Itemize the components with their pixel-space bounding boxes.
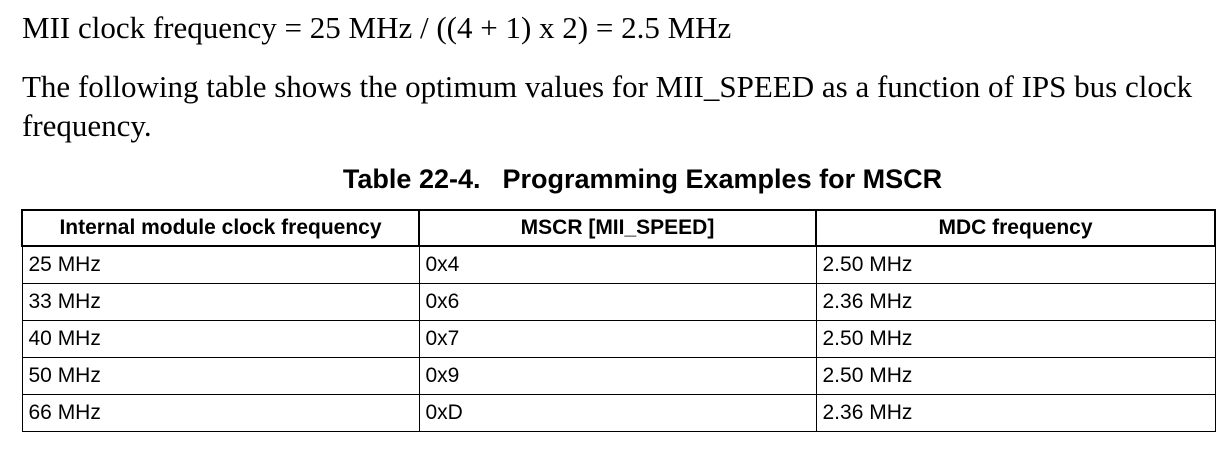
- cell-internal-clock: 50 MHz: [21, 357, 420, 395]
- header-mscr-mii-speed: MSCR [MII_SPEED]: [418, 209, 817, 247]
- mii-clock-formula: MII clock frequency = 25 MHz / ((4 + 1) …: [22, 10, 732, 45]
- table-caption: Table 22-4. Programming Examples for MSCR: [0, 160, 1230, 198]
- table-row: 25 MHz 0x4 2.50 MHz: [21, 245, 1216, 284]
- cell-internal-clock: 40 MHz: [21, 320, 420, 358]
- cell-mii-speed: 0x7: [418, 320, 817, 358]
- cell-mdc-frequency: 2.50 MHz: [815, 357, 1216, 395]
- table-row: 40 MHz 0x7 2.50 MHz: [21, 320, 1216, 358]
- table-header-row: Internal module clock frequency MSCR [MI…: [21, 209, 1216, 247]
- cell-mii-speed: 0x6: [418, 283, 817, 321]
- cell-internal-clock: 33 MHz: [21, 283, 420, 321]
- table-row: 50 MHz 0x9 2.50 MHz: [21, 357, 1216, 395]
- header-mdc-frequency: MDC frequency: [815, 209, 1216, 247]
- header-internal-clock: Internal module clock frequency: [21, 209, 420, 247]
- cell-mdc-frequency: 2.36 MHz: [815, 283, 1216, 321]
- cell-mii-speed: 0xD: [418, 394, 817, 432]
- cell-internal-clock: 66 MHz: [21, 394, 420, 432]
- table-row: 33 MHz 0x6 2.36 MHz: [21, 283, 1216, 321]
- cell-mdc-frequency: 2.50 MHz: [815, 320, 1216, 358]
- cell-mdc-frequency: 2.50 MHz: [815, 245, 1216, 284]
- table-row: 66 MHz 0xD 2.36 MHz: [21, 394, 1216, 432]
- body-paragraph: The following table shows the optimum va…: [22, 69, 1193, 143]
- cell-mii-speed: 0x4: [418, 245, 817, 284]
- table-caption-number: Table 22-4.: [342, 164, 481, 194]
- cell-mdc-frequency: 2.36 MHz: [815, 394, 1216, 432]
- mscr-programming-table: Internal module clock frequency MSCR [MI…: [21, 209, 1216, 432]
- table-caption-title: Programming Examples for MSCR: [502, 164, 943, 194]
- cell-internal-clock: 25 MHz: [21, 245, 420, 284]
- cell-mii-speed: 0x9: [418, 357, 817, 395]
